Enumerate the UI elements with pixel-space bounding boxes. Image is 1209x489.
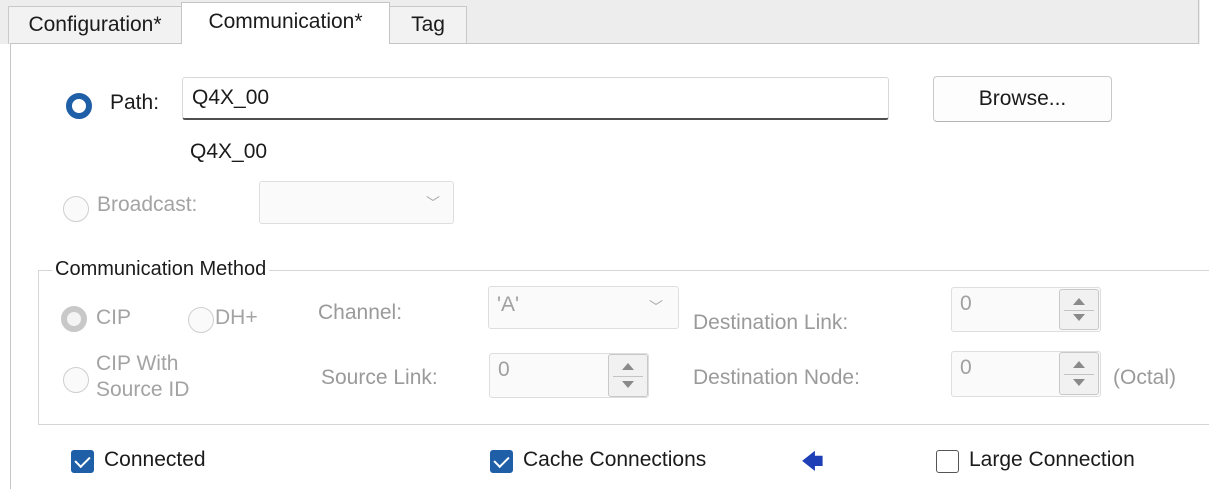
tab-bar: Configuration* Communication* Tag <box>0 0 1209 44</box>
path-radio[interactable] <box>66 93 92 119</box>
dhplus-radio[interactable] <box>188 307 214 333</box>
destination-node-spin-button[interactable] <box>1059 352 1099 395</box>
cip-with-source-id-label-line2: Source ID <box>96 378 190 401</box>
cache-connections-label: Cache Connections <box>523 448 707 471</box>
channel-selected-value: 'A' <box>497 293 520 316</box>
tab-tag[interactable]: Tag <box>389 6 467 44</box>
path-radio-label: Path: <box>110 91 160 114</box>
destination-link-label: Destination Link: <box>693 311 849 334</box>
checkmark-icon <box>493 451 510 469</box>
broadcast-radio[interactable] <box>63 196 89 222</box>
source-link-label: Source Link: <box>321 366 438 389</box>
spin-up-icon[interactable] <box>1073 298 1085 305</box>
checkmark-icon <box>74 451 91 469</box>
cache-connections-checkbox[interactable] <box>490 450 513 473</box>
connected-checkbox[interactable] <box>71 450 94 473</box>
large-connection-checkbox[interactable] <box>936 450 959 473</box>
cip-with-source-id-label-line1: CIP With <box>96 352 179 375</box>
spin-down-icon[interactable] <box>622 381 634 388</box>
destination-node-label: Destination Node: <box>693 366 860 389</box>
dhplus-radio-label: DH+ <box>215 306 258 329</box>
cip-with-source-id-label: CIP With Source ID <box>96 351 189 403</box>
path-input[interactable]: Q4X_00 <box>182 77 889 120</box>
spin-divider <box>1064 309 1094 311</box>
communication-method-title: Communication Method <box>52 258 270 281</box>
spin-down-icon[interactable] <box>1073 314 1085 321</box>
spin-divider <box>1064 373 1094 375</box>
tab-configuration[interactable]: Configuration* <box>8 6 182 44</box>
browse-button[interactable]: Browse... <box>933 76 1112 122</box>
source-link-value: 0 <box>498 358 510 381</box>
left-arrow-icon: 🡄 <box>801 449 824 474</box>
tab-communication[interactable]: Communication* <box>181 2 390 44</box>
destination-link-spin-button[interactable] <box>1059 289 1099 330</box>
chevron-down-icon: ﹀ <box>426 195 440 211</box>
chevron-down-icon: ﹀ <box>649 299 663 315</box>
spin-down-icon[interactable] <box>1073 379 1085 386</box>
cip-radio[interactable] <box>61 306 87 332</box>
broadcast-select[interactable]: ﹀ <box>259 181 454 224</box>
channel-select[interactable]: 'A' ﹀ <box>488 286 679 329</box>
source-link-spin-button[interactable] <box>608 354 648 397</box>
cip-with-source-id-radio[interactable] <box>63 367 89 393</box>
spin-up-icon[interactable] <box>622 363 634 370</box>
broadcast-radio-label: Broadcast: <box>97 193 198 216</box>
cip-radio-label: CIP <box>96 306 132 329</box>
spin-up-icon[interactable] <box>1073 361 1085 368</box>
octal-label: (Octal) <box>1113 366 1176 389</box>
destination-link-value: 0 <box>960 292 972 315</box>
destination-node-value: 0 <box>960 356 972 379</box>
connected-label: Connected <box>104 448 206 471</box>
spin-divider <box>613 375 643 377</box>
large-connection-label: Large Connection <box>969 448 1135 471</box>
resolved-path-text: Q4X_00 <box>190 140 268 163</box>
channel-label: Channel: <box>318 301 403 324</box>
